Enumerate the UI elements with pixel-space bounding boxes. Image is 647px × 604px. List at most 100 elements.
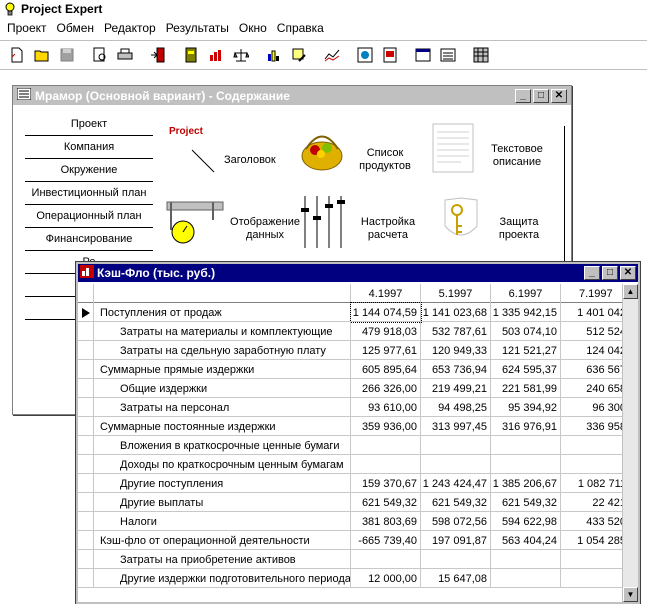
- row-name-cell[interactable]: Общие издержки: [94, 379, 351, 398]
- new-file-icon[interactable]: [6, 44, 28, 66]
- value-cell[interactable]: [561, 569, 626, 588]
- value-cell[interactable]: 93 610,00: [351, 398, 421, 417]
- value-cell[interactable]: 1 144 074,59: [350, 302, 422, 323]
- value-cell[interactable]: 159 370,67: [351, 474, 421, 493]
- value-cell[interactable]: 1 141 023,68: [421, 303, 491, 322]
- row-name-cell[interactable]: Затраты на материалы и комплектующие: [94, 322, 351, 341]
- window-menu-icon[interactable]: [16, 87, 32, 103]
- table-row[interactable]: Суммарные постоянные издержки 359 936,00 3…: [78, 417, 626, 436]
- value-cell[interactable]: 121 521,27: [491, 341, 561, 360]
- value-cell[interactable]: [491, 550, 561, 569]
- table-row[interactable]: Затраты на сдельную заработную плату 125 …: [78, 341, 626, 360]
- value-cell[interactable]: [421, 436, 491, 455]
- cf-maximize-button[interactable]: □: [602, 266, 618, 280]
- value-cell[interactable]: 22 421: [561, 493, 626, 512]
- value-cell[interactable]: 563 404,24: [491, 531, 561, 550]
- tile-text-description[interactable]: Текстовое описание: [431, 122, 557, 177]
- row-name-cell[interactable]: Доходы по краткосрочным ценным бумагам: [94, 455, 351, 474]
- scroll-up-button[interactable]: ▲: [623, 284, 638, 299]
- table-row[interactable]: Доходы по краткосрочным ценным бумагам: [78, 455, 626, 474]
- nav-financing[interactable]: Финансирование: [25, 228, 153, 251]
- table-row[interactable]: Затраты на персонал 93 610,00 94 498,25 95 …: [78, 398, 626, 417]
- row-name-cell[interactable]: Налоги: [94, 512, 351, 531]
- cashflow-icon[interactable]: [80, 265, 94, 281]
- value-cell[interactable]: [351, 436, 421, 455]
- row-name-cell[interactable]: Другие издержки подготовительного период…: [94, 569, 351, 588]
- value-cell[interactable]: -665 739,40: [351, 531, 421, 550]
- row-name-cell[interactable]: Вложения в краткосрочные ценные бумаги: [94, 436, 351, 455]
- value-cell[interactable]: [491, 455, 561, 474]
- value-cell[interactable]: 594 622,98: [491, 512, 561, 531]
- edit-pencil-icon[interactable]: [288, 44, 310, 66]
- vertical-scrollbar[interactable]: ▲ ▼: [622, 284, 638, 602]
- column-header[interactable]: 7.1997: [561, 284, 626, 303]
- value-cell[interactable]: 433 520: [561, 512, 626, 531]
- menu-exchange[interactable]: Обмен: [52, 21, 100, 35]
- value-cell[interactable]: 503 074,10: [491, 322, 561, 341]
- value-cell[interactable]: 621 549,32: [351, 493, 421, 512]
- menu-window[interactable]: Окно: [234, 21, 272, 35]
- window-icon[interactable]: [412, 44, 434, 66]
- value-cell[interactable]: 266 326,00: [351, 379, 421, 398]
- value-cell[interactable]: [351, 550, 421, 569]
- tile-data-display[interactable]: Отображение данных: [165, 196, 305, 249]
- value-cell[interactable]: 1 054 285: [561, 531, 626, 550]
- value-cell[interactable]: 479 918,03: [351, 322, 421, 341]
- value-cell[interactable]: 313 997,45: [421, 417, 491, 436]
- value-cell[interactable]: [351, 455, 421, 474]
- menu-help[interactable]: Справка: [272, 21, 329, 35]
- value-cell[interactable]: [491, 436, 561, 455]
- nav-environment[interactable]: Окружение: [25, 159, 153, 182]
- row-name-cell[interactable]: Суммарные постоянные издержки: [94, 417, 351, 436]
- minimize-button[interactable]: _: [515, 88, 531, 103]
- cashflow-chart-icon[interactable]: [205, 44, 227, 66]
- table-row[interactable]: Общие издержки 266 326,00 219 499,21 221 58…: [78, 379, 626, 398]
- bar-chart-icon[interactable]: [263, 44, 285, 66]
- tile-products[interactable]: Список продуктов: [297, 124, 415, 177]
- row-name-cell[interactable]: Кэш-фло от операционной деятельности: [94, 531, 351, 550]
- maximize-button[interactable]: □: [533, 88, 549, 103]
- report-icon[interactable]: [379, 44, 401, 66]
- value-cell[interactable]: 512 524: [561, 322, 626, 341]
- printer-icon[interactable]: [114, 44, 136, 66]
- open-folder-icon[interactable]: [31, 44, 53, 66]
- row-name-cell[interactable]: Затраты на персонал: [94, 398, 351, 417]
- value-cell[interactable]: [561, 436, 626, 455]
- exit-door-icon[interactable]: [147, 44, 169, 66]
- value-cell[interactable]: 653 736,94: [421, 360, 491, 379]
- menu-editor[interactable]: Редактор: [99, 21, 161, 35]
- print-preview-icon[interactable]: [89, 44, 111, 66]
- nav-company[interactable]: Компания: [25, 136, 153, 159]
- book-icon[interactable]: [180, 44, 202, 66]
- table-row[interactable]: Другие издержки подготовительного период…: [78, 569, 626, 588]
- value-cell[interactable]: [491, 569, 561, 588]
- menu-project[interactable]: Проект: [2, 21, 52, 35]
- value-cell[interactable]: 1 243 424,47: [421, 474, 491, 493]
- column-header[interactable]: 5.1997: [421, 284, 491, 303]
- value-cell[interactable]: 316 976,91: [491, 417, 561, 436]
- value-cell[interactable]: 598 072,56: [421, 512, 491, 531]
- table-row[interactable]: Вложения в краткосрочные ценные бумаги: [78, 436, 626, 455]
- value-cell[interactable]: 219 499,21: [421, 379, 491, 398]
- value-cell[interactable]: 125 977,61: [351, 341, 421, 360]
- value-cell[interactable]: [421, 455, 491, 474]
- value-cell[interactable]: 94 498,25: [421, 398, 491, 417]
- value-cell[interactable]: 636 567: [561, 360, 626, 379]
- cashflow-window-titlebar[interactable]: Кэш-Фло (тыс. руб.) _ □ ✕: [78, 264, 638, 282]
- value-cell[interactable]: 221 581,99: [491, 379, 561, 398]
- globe-calc-icon[interactable]: [354, 44, 376, 66]
- value-cell[interactable]: 621 549,32: [491, 493, 561, 512]
- value-cell[interactable]: 605 895,64: [351, 360, 421, 379]
- table-row[interactable]: Суммарные прямые издержки 605 895,64 653 7…: [78, 360, 626, 379]
- close-button[interactable]: ✕: [551, 88, 567, 103]
- value-cell[interactable]: 621 549,32: [421, 493, 491, 512]
- row-name-cell[interactable]: Затраты на приобретение активов: [94, 550, 351, 569]
- value-cell[interactable]: [421, 550, 491, 569]
- value-cell[interactable]: 95 394,92: [491, 398, 561, 417]
- nav-project[interactable]: Проект: [25, 113, 153, 136]
- balance-scale-icon[interactable]: [230, 44, 252, 66]
- column-header[interactable]: 4.1997: [351, 284, 421, 303]
- value-cell[interactable]: 124 042: [561, 341, 626, 360]
- value-cell[interactable]: 1 082 711: [561, 474, 626, 493]
- table-row[interactable]: Другие выплаты 621 549,32 621 549,32 621 54…: [78, 493, 626, 512]
